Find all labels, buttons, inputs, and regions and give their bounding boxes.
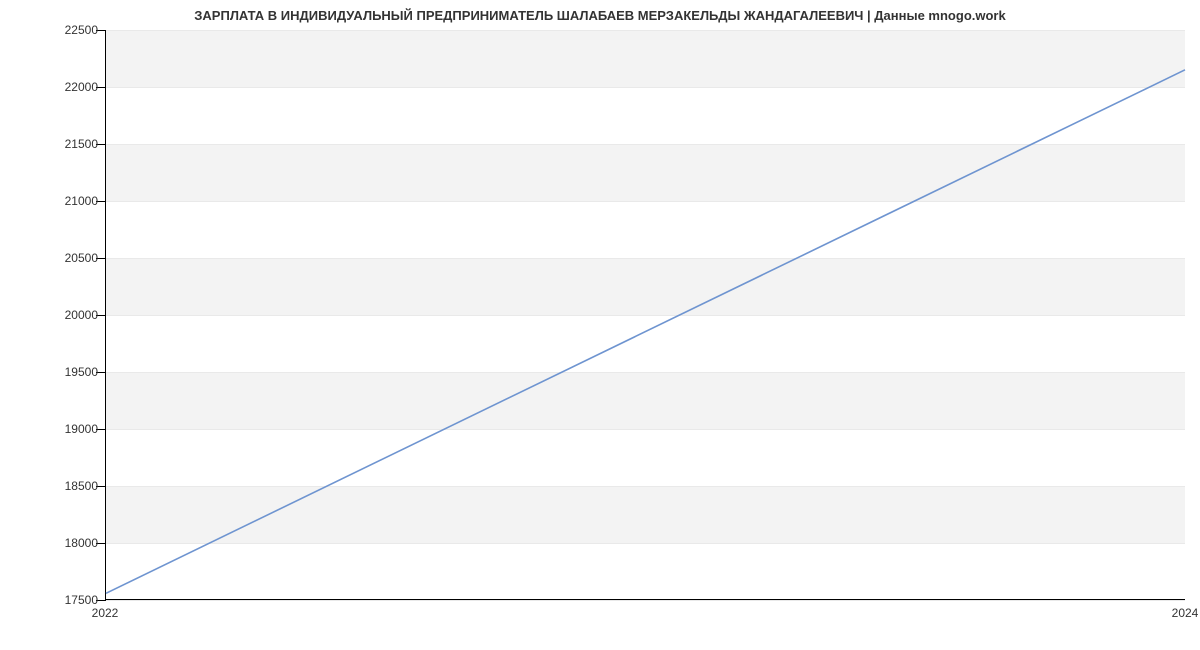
chart-container: ЗАРПЛАТА В ИНДИВИДУАЛЬНЫЙ ПРЕДПРИНИМАТЕЛ… <box>0 0 1200 650</box>
x-tick-label: 2022 <box>92 606 119 620</box>
y-tick-label: 21500 <box>65 137 98 151</box>
chart-svg <box>106 30 1185 599</box>
plot-area <box>105 30 1185 600</box>
y-tick-label: 20500 <box>65 251 98 265</box>
y-tick-label: 20000 <box>65 308 98 322</box>
y-gridline <box>106 600 1185 601</box>
chart-title: ЗАРПЛАТА В ИНДИВИДУАЛЬНЫЙ ПРЕДПРИНИМАТЕЛ… <box>0 8 1200 23</box>
y-tick-label: 19000 <box>65 422 98 436</box>
y-tick-label: 18500 <box>65 479 98 493</box>
y-tick-label: 18000 <box>65 536 98 550</box>
y-tick-label: 22500 <box>65 23 98 37</box>
y-tick-label: 21000 <box>65 194 98 208</box>
y-tick-label: 19500 <box>65 365 98 379</box>
y-tick-label: 22000 <box>65 80 98 94</box>
x-tick-label: 2024 <box>1172 606 1199 620</box>
series-line <box>106 70 1185 593</box>
y-tick-label: 17500 <box>65 593 98 607</box>
